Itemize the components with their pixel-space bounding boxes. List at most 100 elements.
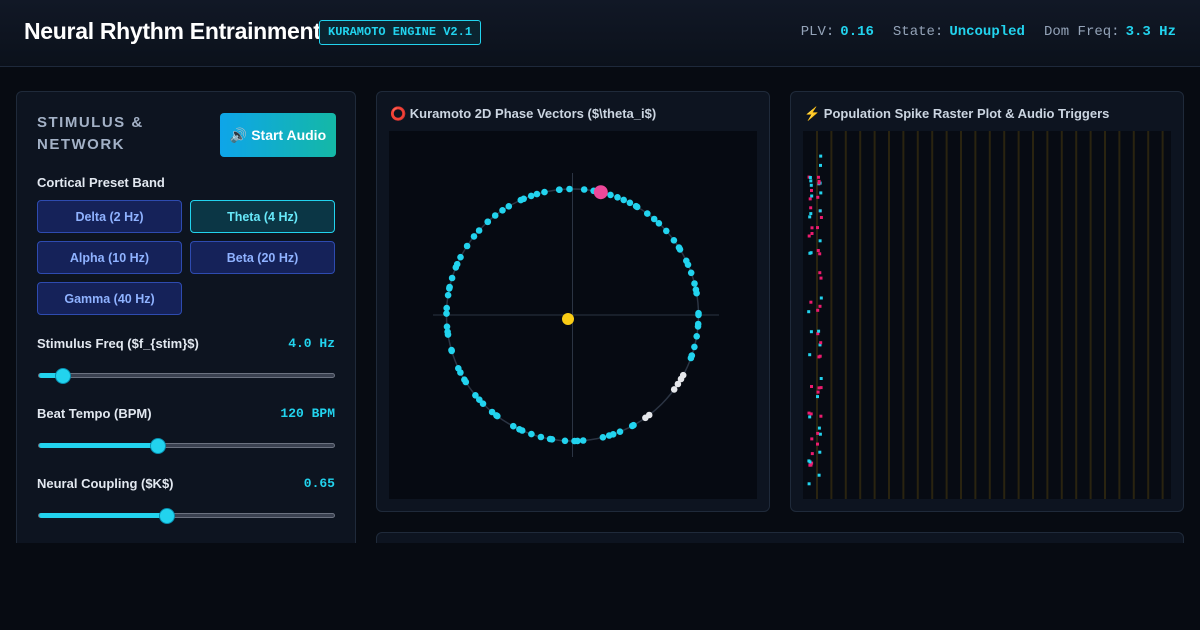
oscillator-dot (448, 274, 456, 282)
preset-delta-button[interactable]: Delta (2 Hz) (37, 200, 182, 233)
slider-thumb[interactable] (54, 368, 71, 384)
oscillator-dot (691, 343, 698, 351)
spike-mark (810, 232, 814, 235)
oscillator-dot (516, 426, 523, 433)
neural-coupling-value: 0.65 (303, 476, 335, 491)
spike-mark (818, 450, 822, 454)
phase-vector-panel: ⭕ Kuramoto 2D Phase Vectors ($\theta_i$) (376, 91, 770, 512)
spike-mark (809, 300, 813, 304)
spike-mark (810, 452, 814, 456)
oscillator-dot (670, 237, 678, 244)
oscillator-dot (614, 194, 621, 201)
stat-label: State: (892, 24, 944, 40)
oscillator-dot (580, 186, 588, 193)
spike-mark (817, 175, 820, 179)
spike-mark (808, 197, 812, 201)
spike-mark (817, 426, 821, 430)
raster-plot (807, 131, 1164, 499)
start-audio-button[interactable]: 🔊 Start Audio (220, 113, 336, 157)
oscillator-dot (687, 269, 695, 277)
neural-coupling-slider[interactable] (38, 508, 335, 524)
oscillator-dot (472, 392, 479, 399)
oscillator-dot (475, 227, 483, 234)
oscillator-dot (579, 437, 587, 444)
oscillator-dot (616, 428, 624, 436)
stimulus-marker (593, 185, 608, 200)
oscillator-dot (574, 437, 581, 445)
spike-mark (808, 463, 812, 467)
oscillator-dot (510, 422, 517, 430)
oscillator-dot (548, 436, 556, 443)
stat-plv: PLV: 0.16 (801, 24, 874, 40)
spike-mark (816, 395, 819, 399)
control-panel: STIMULUS & NETWORK 🔊 Start Audio Cortica… (16, 91, 356, 561)
slider-thumb[interactable] (149, 438, 166, 454)
spike-mark (807, 310, 811, 314)
preset-gamma-button[interactable]: Gamma (40 Hz) (37, 282, 182, 315)
stimulus-freq-label: Stimulus Freq ($f_{stim}$) (37, 336, 199, 351)
stat-dom-freq: Dom Freq: 3.3 Hz (1044, 24, 1176, 40)
stat-state: State: Uncoupled (893, 24, 1025, 40)
preset-alpha-button[interactable]: Alpha (10 Hz) (37, 241, 182, 274)
slider-thumb[interactable] (158, 508, 175, 524)
preset-group-label: Cortical Preset Band (37, 175, 165, 190)
raster-spikes (807, 154, 823, 486)
oscillator-dot (533, 190, 541, 198)
oscillator-dot (499, 207, 506, 214)
oscillator-dot (527, 192, 535, 200)
spike-mark (810, 194, 814, 198)
beat-tempo-slider[interactable] (38, 438, 335, 454)
stat-label: Dom Freq: (1043, 24, 1120, 40)
spike-mark (817, 329, 821, 333)
spike-mark (816, 226, 819, 230)
oscillator-dot (674, 380, 682, 388)
phase-panel-title: ⭕ Kuramoto 2D Phase Vectors ($\theta_i$) (390, 106, 657, 121)
stimulus-freq-value: 4.0 Hz (288, 336, 335, 351)
beat-tempo-value: 120 BPM (280, 406, 335, 421)
oscillator-dot (561, 437, 569, 445)
stat-label: PLV: (800, 24, 835, 40)
phase-plot (433, 173, 719, 457)
oscillator-dot (556, 186, 563, 193)
spike-mark (817, 355, 821, 359)
app-title: Neural Rhythm Entrainment (24, 18, 321, 44)
spike-mark (816, 195, 820, 199)
mean-field-marker (562, 313, 574, 325)
spike-mark (816, 308, 820, 312)
spike-mark (807, 482, 811, 486)
oscillator-dot (607, 191, 614, 199)
spike-mark (809, 251, 813, 255)
phase-canvas (389, 131, 757, 499)
spike-mark (809, 412, 813, 416)
oscillator-dot (446, 283, 453, 291)
spike-mark (809, 179, 813, 183)
oscillator-dot (537, 433, 545, 441)
preset-beta-button[interactable]: Beta (20 Hz) (190, 241, 335, 274)
spike-mark (810, 189, 813, 192)
slider-fill (39, 443, 158, 448)
oscillator-dot (605, 432, 613, 439)
stimulus-freq-slider[interactable] (38, 368, 335, 384)
oscillator-dot (457, 253, 464, 261)
oscillator-dot (663, 227, 670, 235)
slider-fill (39, 513, 167, 518)
spike-mark (810, 437, 814, 441)
spike-mark (818, 304, 822, 308)
stats-bar: PLV: 0.16 State: Uncoupled Dom Freq: 3.3 Hz (801, 24, 1176, 40)
preset-theta-button[interactable]: Theta (4 Hz) (190, 200, 335, 233)
oscillator-dot (470, 233, 478, 240)
spike-mark (810, 226, 814, 230)
stat-value: Uncoupled (949, 24, 1025, 40)
oscillator-dot (676, 246, 684, 253)
oscillator-dot (691, 280, 698, 287)
oscillator-dot (644, 210, 651, 217)
spike-mark (819, 386, 823, 390)
stat-value: 3.3 Hz (1125, 24, 1176, 40)
spike-mark (819, 191, 823, 195)
oscillator-dot (683, 257, 690, 265)
spike-mark (817, 181, 821, 185)
oscillator-dot (628, 422, 636, 430)
oscillator-dot (520, 195, 527, 203)
beat-tempo-label: Beat Tempo (BPM) (37, 406, 152, 421)
spike-mark (809, 183, 813, 187)
